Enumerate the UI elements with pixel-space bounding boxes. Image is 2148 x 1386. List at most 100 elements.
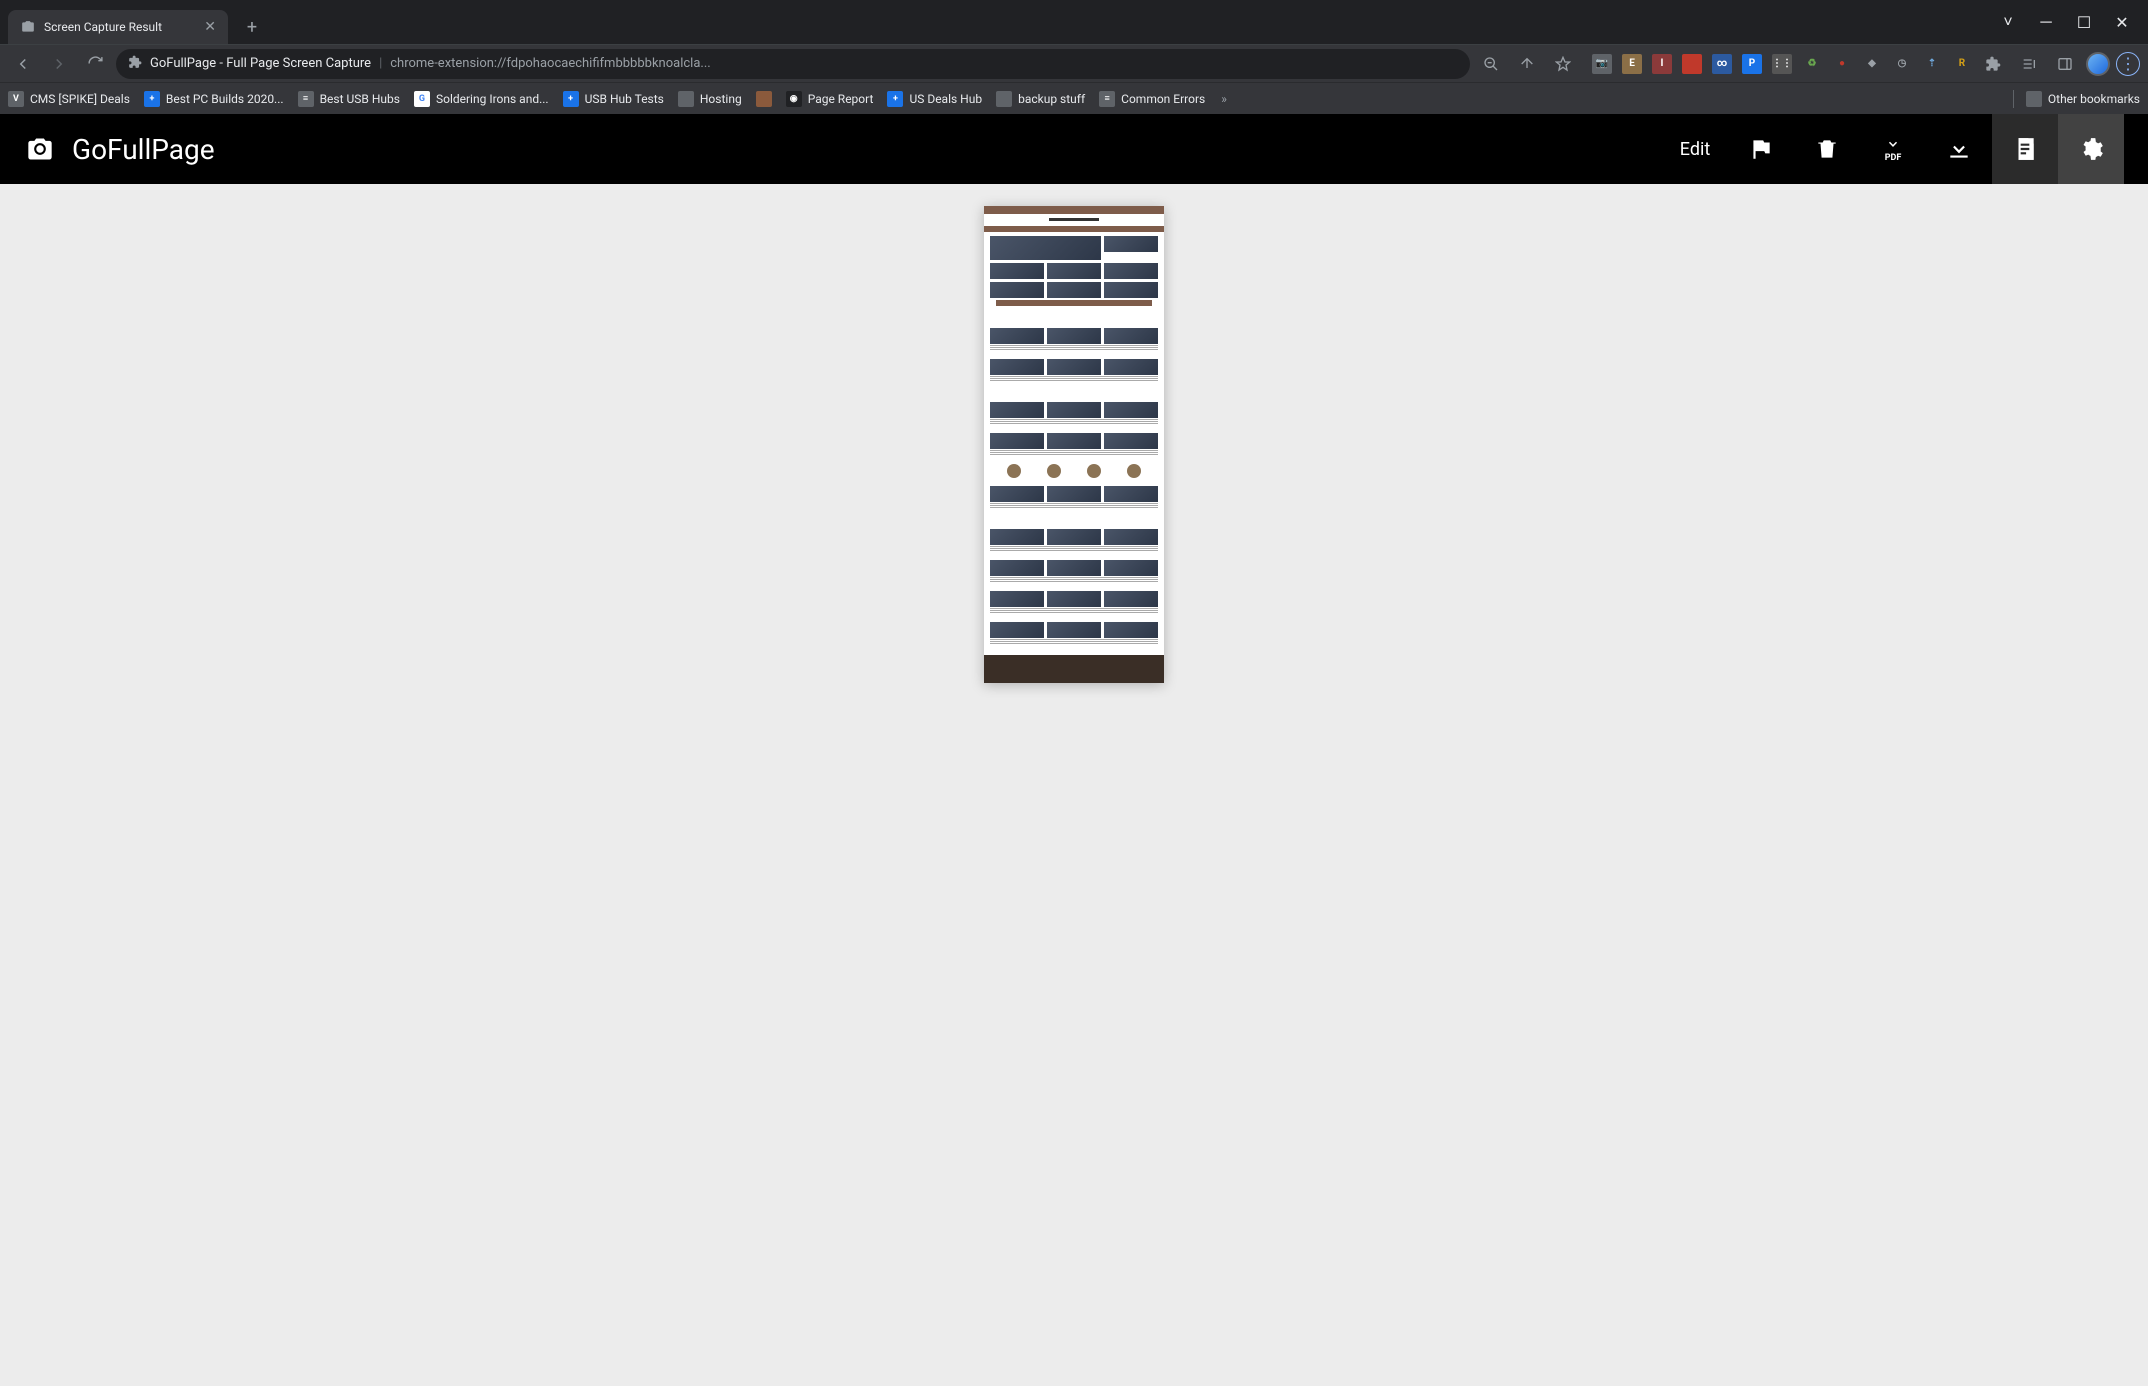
extension-icon[interactable]: ● [1832, 54, 1852, 74]
bookmark-item[interactable]: ≡ Common Errors [1099, 91, 1205, 107]
extension-icon[interactable] [1682, 54, 1702, 74]
bookmark-item[interactable]: ≡ Best USB Hubs [298, 91, 400, 107]
bookmark-item[interactable]: backup stuff [996, 91, 1085, 107]
download-icon [1946, 136, 1972, 162]
bookmark-label: US Deals Hub [909, 92, 982, 106]
window-controls: ˅ ─ ☐ ✕ [2000, 14, 2148, 44]
camera-icon [24, 135, 56, 163]
download-pdf-button[interactable]: PDF [1860, 114, 1926, 184]
other-bookmarks-label: Other bookmarks [2048, 92, 2140, 106]
tab-favicon-camera-icon [20, 19, 36, 35]
bookmark-item[interactable]: V CMS [SPIKE] Deals [8, 91, 130, 107]
bookmark-label: Best USB Hubs [320, 92, 400, 106]
extension-icon[interactable]: ⋮⋮ [1772, 54, 1792, 74]
bookmarks-bar: V CMS [SPIKE] Deals + Best PC Builds 2020..… [0, 82, 2148, 114]
extension-icon[interactable]: R [1952, 54, 1972, 74]
extension-icon[interactable]: ◆ [1862, 54, 1882, 74]
bookmark-favicon: + [563, 91, 579, 107]
bookmark-item[interactable]: + US Deals Hub [887, 91, 982, 107]
captured-page-thumbnail[interactable] [984, 206, 1164, 683]
bookmarks-divider [2013, 90, 2014, 108]
window-maximize-icon[interactable]: ☐ [2076, 14, 2092, 30]
bookmark-favicon [996, 91, 1012, 107]
delete-button[interactable] [1794, 114, 1860, 184]
edit-label: Edit [1680, 139, 1710, 160]
pdf-label: PDF [1885, 153, 1902, 163]
reading-list-icon[interactable] [2014, 49, 2044, 79]
extension-puzzle-icon [128, 55, 142, 73]
bookmark-favicon: V [8, 91, 24, 107]
extension-icons-row: 📷 EI ∞ P ⋮⋮ ♻ ● ◆ ◷ ⇡ R [1584, 54, 1972, 74]
bookmarks-overflow[interactable]: » [1221, 92, 1227, 106]
new-tab-button[interactable]: + [238, 13, 266, 41]
app-brand: GoFullPage [24, 133, 215, 166]
edit-button[interactable]: Edit [1662, 114, 1728, 184]
chrome-menu-icon[interactable]: ⋮ [2116, 52, 2140, 76]
profile-avatar[interactable] [2086, 52, 2110, 76]
extension-icon[interactable]: I [1652, 54, 1672, 74]
trash-icon [1814, 136, 1840, 162]
extension-icon[interactable]: ∞ [1712, 54, 1732, 74]
extension-icon[interactable]: ♻ [1802, 54, 1822, 74]
bookmark-favicon: + [144, 91, 160, 107]
page-url: chrome-extension://fdpohaocaechififmbbbb… [390, 56, 710, 71]
extension-icon[interactable]: E [1622, 54, 1642, 74]
extension-icon[interactable]: 📷 [1592, 54, 1612, 74]
flag-button[interactable] [1728, 114, 1794, 184]
bookmark-label: Hosting [700, 92, 742, 106]
bookmark-item[interactable] [756, 91, 772, 107]
bookmark-favicon [678, 91, 694, 107]
bookmark-favicon: G [414, 91, 430, 107]
bookmark-item[interactable]: + Best PC Builds 2020... [144, 91, 284, 107]
share-icon[interactable] [1512, 49, 1542, 79]
app-brand-label: GoFullPage [72, 133, 215, 166]
omnibox-separator: | [379, 56, 382, 71]
capture-preview-area[interactable] [0, 184, 2148, 1386]
browser-tab-active[interactable]: Screen Capture Result ✕ [8, 10, 228, 44]
bookmark-star-icon[interactable] [1548, 49, 1578, 79]
address-bar[interactable]: GoFullPage - Full Page Screen Capture | … [116, 49, 1470, 79]
nav-forward-button[interactable] [44, 49, 74, 79]
bookmark-item[interactable]: G Soldering Irons and... [414, 91, 549, 107]
bookmark-item[interactable]: ◉ Page Report [786, 91, 874, 107]
extension-icon[interactable]: P [1742, 54, 1762, 74]
document-icon [2012, 136, 2038, 162]
flag-icon [1748, 136, 1774, 162]
bookmark-favicon: ≡ [1099, 91, 1115, 107]
window-caret-down-icon[interactable]: ˅ [2000, 14, 2016, 30]
gear-icon [2078, 136, 2104, 162]
bookmark-item[interactable]: Hosting [678, 91, 742, 107]
window-close-icon[interactable]: ✕ [2114, 14, 2130, 30]
other-bookmarks[interactable]: Other bookmarks [2026, 91, 2140, 107]
download-arrow-icon [1882, 135, 1904, 153]
bookmark-favicon [756, 91, 772, 107]
browser-toolbar: GoFullPage - Full Page Screen Capture | … [0, 44, 2148, 82]
bookmark-label: Page Report [808, 92, 874, 106]
nav-back-button[interactable] [8, 49, 38, 79]
bookmark-label: backup stuff [1018, 92, 1085, 106]
bookmark-favicon: ≡ [298, 91, 314, 107]
zoom-icon[interactable] [1476, 49, 1506, 79]
extension-icon[interactable]: ⇡ [1922, 54, 1942, 74]
bookmark-label: CMS [SPIKE] Deals [30, 92, 130, 106]
nav-reload-button[interactable] [80, 49, 110, 79]
extension-icon[interactable]: ◷ [1892, 54, 1912, 74]
tab-close-icon[interactable]: ✕ [204, 19, 216, 35]
window-titlebar: Screen Capture Result ✕ + ˅ ─ ☐ ✕ [0, 0, 2148, 44]
app-header: GoFullPage Edit PDF [0, 114, 2148, 184]
bookmark-item[interactable]: + USB Hub Tests [563, 91, 664, 107]
extensions-puzzle-icon[interactable] [1978, 49, 2008, 79]
download-image-button[interactable] [1926, 114, 1992, 184]
tab-title: Screen Capture Result [44, 20, 162, 34]
settings-button[interactable] [2058, 114, 2124, 184]
bookmark-favicon: ◉ [786, 91, 802, 107]
files-button[interactable] [1992, 114, 2058, 184]
page-title-in-omnibox: GoFullPage - Full Page Screen Capture [150, 56, 371, 71]
bookmark-label: Best PC Builds 2020... [166, 92, 284, 106]
bookmark-favicon: + [887, 91, 903, 107]
bookmark-label: USB Hub Tests [585, 92, 664, 106]
bookmark-label: Soldering Irons and... [436, 92, 549, 106]
window-minimize-icon[interactable]: ─ [2038, 14, 2054, 30]
bookmark-label: Common Errors [1121, 92, 1205, 106]
side-panel-icon[interactable] [2050, 49, 2080, 79]
